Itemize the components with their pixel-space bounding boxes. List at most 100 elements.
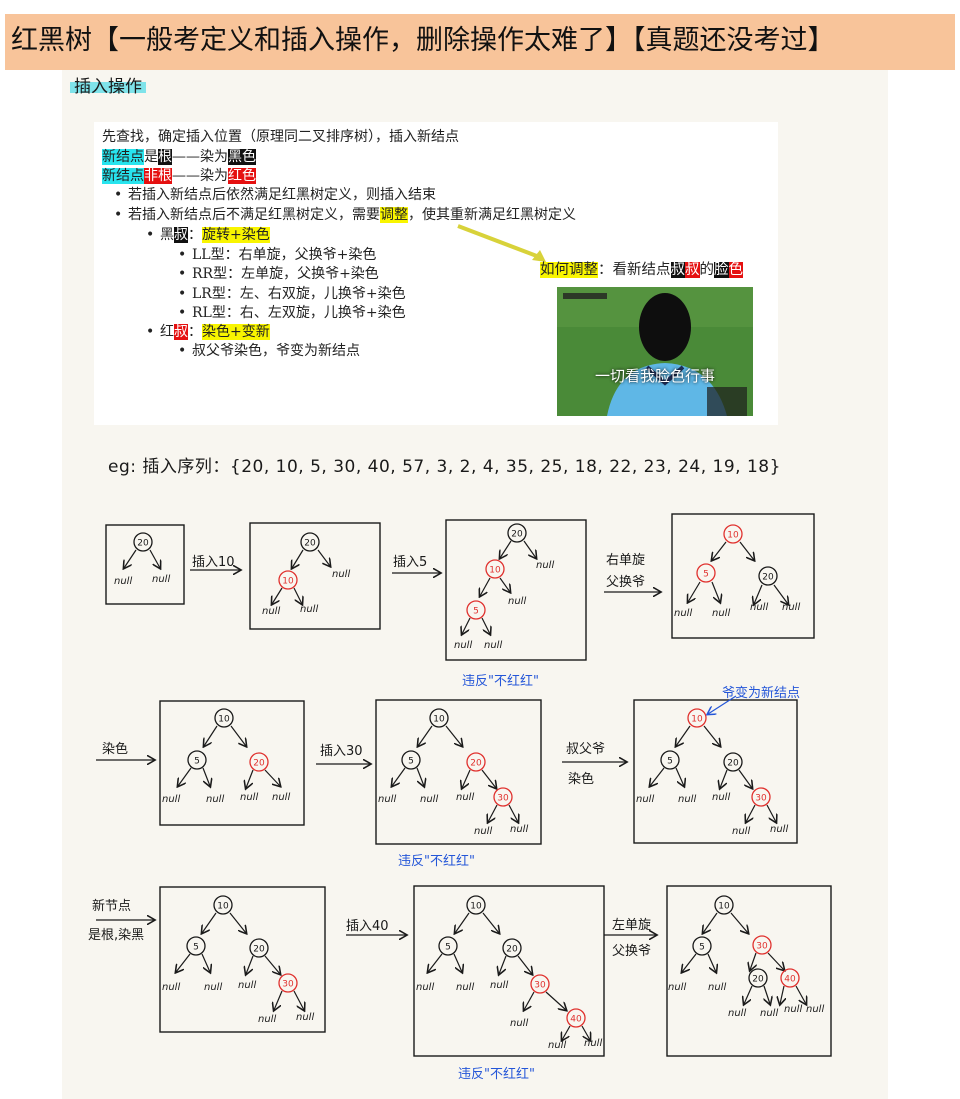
null-leaf: null bbox=[728, 1008, 746, 1019]
node-label: 20 bbox=[137, 539, 149, 549]
node-label: 5 bbox=[703, 570, 709, 580]
edge-arrow bbox=[392, 767, 406, 786]
null-leaf: null bbox=[782, 602, 800, 613]
edge-arrow bbox=[508, 804, 518, 822]
edge-arrow bbox=[545, 991, 566, 1010]
edge-arrow bbox=[293, 587, 302, 604]
null-leaf: null bbox=[456, 792, 474, 803]
edge-arrow bbox=[292, 549, 304, 568]
edge-arrow bbox=[675, 767, 684, 786]
node-label: 5 bbox=[408, 757, 414, 767]
edge-arrow bbox=[707, 953, 716, 972]
tree-frame bbox=[445, 519, 587, 661]
label-insert40: 插入40 bbox=[346, 919, 389, 934]
label-insert30: 插入30 bbox=[320, 744, 363, 759]
label-uncle-dye-1: 叔父爷 bbox=[566, 742, 606, 757]
label-newnode-1: 新节点 bbox=[92, 899, 132, 914]
edge-arrow bbox=[524, 991, 535, 1010]
edge-arrow bbox=[517, 955, 532, 974]
note-violate-3: 违反"不红红" bbox=[458, 1067, 535, 1082]
edge-arrow bbox=[499, 955, 507, 974]
edge-arrow bbox=[481, 617, 490, 634]
edge-arrow bbox=[738, 769, 752, 788]
null-leaf: null bbox=[712, 608, 730, 619]
null-leaf: null bbox=[668, 982, 686, 993]
edge-arrow bbox=[780, 985, 784, 1004]
node-label: 20 bbox=[762, 573, 774, 583]
node-label: 10 bbox=[470, 902, 482, 912]
edge-arrow bbox=[682, 953, 697, 972]
edge-arrow bbox=[739, 541, 754, 560]
label-father-swap-2: 父换爷 bbox=[612, 944, 652, 959]
edge-arrow bbox=[480, 577, 491, 596]
edge-arrow bbox=[230, 725, 246, 746]
node-label: 5 bbox=[699, 943, 705, 953]
null-leaf: null bbox=[536, 560, 554, 571]
edge-arrow bbox=[176, 953, 191, 972]
edge-arrow bbox=[453, 953, 462, 972]
label-newnode-2: 是根,染黑 bbox=[88, 928, 145, 943]
edge-arrow bbox=[750, 952, 756, 970]
null-leaf: null bbox=[420, 794, 438, 805]
diagram-layer: 20 null null 20 10 null null null 20 10 null 5 null n… bbox=[96, 513, 832, 1057]
null-leaf: null bbox=[206, 794, 224, 805]
null-leaf: null bbox=[204, 982, 222, 993]
null-leaf: null bbox=[454, 640, 472, 651]
edge-arrow bbox=[703, 725, 720, 746]
tree-frame bbox=[633, 699, 798, 844]
null-leaf: null bbox=[490, 980, 508, 991]
null-leaf: null bbox=[162, 794, 180, 805]
edge-arrow bbox=[720, 769, 728, 788]
edge-arrow bbox=[229, 912, 246, 933]
null-leaf: null bbox=[674, 608, 692, 619]
label-rotate-left: 左单旋 bbox=[612, 918, 652, 933]
null-leaf: null bbox=[636, 794, 654, 805]
null-leaf: null bbox=[510, 824, 528, 835]
null-leaf: null bbox=[114, 576, 132, 587]
node-label: 20 bbox=[506, 945, 518, 955]
null-leaf: null bbox=[262, 606, 280, 617]
node-label: 10 bbox=[691, 715, 703, 725]
null-leaf: null bbox=[258, 1014, 276, 1025]
null-leaf: null bbox=[708, 982, 726, 993]
edge-arrow bbox=[264, 955, 280, 974]
null-leaf: null bbox=[240, 792, 258, 803]
edge-arrow bbox=[488, 804, 498, 822]
null-leaf: null bbox=[416, 982, 434, 993]
edge-arrow bbox=[124, 549, 137, 568]
null-leaf: null bbox=[678, 794, 696, 805]
node-label: 30 bbox=[755, 794, 767, 804]
null-leaf: null bbox=[750, 602, 768, 613]
node-label: 10 bbox=[433, 715, 445, 725]
node-label: 20 bbox=[304, 539, 316, 549]
label-insert10: 插入10 bbox=[192, 555, 235, 570]
edge-arrow bbox=[795, 985, 806, 1004]
note-violate-1: 违反"不红红" bbox=[462, 674, 539, 689]
edge-arrow bbox=[712, 541, 727, 560]
edge-arrow bbox=[264, 769, 280, 786]
edge-arrow bbox=[650, 767, 665, 786]
null-leaf: null bbox=[300, 604, 318, 615]
edge-arrow bbox=[746, 804, 756, 822]
edge-arrow bbox=[293, 990, 304, 1010]
null-leaf: null bbox=[584, 1038, 602, 1049]
null-leaf: null bbox=[332, 569, 350, 580]
edge-arrow bbox=[455, 912, 470, 933]
edge-arrow bbox=[201, 953, 210, 972]
tree-frame bbox=[159, 886, 326, 1033]
edge-arrow bbox=[523, 540, 536, 558]
null-leaf: null bbox=[510, 1018, 528, 1029]
node-label: 20 bbox=[253, 945, 265, 955]
tree-frame bbox=[666, 885, 832, 1057]
null-leaf: null bbox=[378, 794, 396, 805]
node-label: 10 bbox=[218, 715, 230, 725]
node-label: 10 bbox=[282, 577, 294, 587]
edge-arrow bbox=[688, 581, 701, 602]
edge-arrow bbox=[246, 955, 254, 974]
edge-arrow bbox=[149, 549, 160, 568]
node-label: 40 bbox=[784, 975, 796, 985]
null-leaf: null bbox=[456, 982, 474, 993]
edge-arrow bbox=[178, 767, 192, 786]
node-label: 5 bbox=[473, 607, 479, 617]
edge-arrow bbox=[462, 769, 471, 788]
